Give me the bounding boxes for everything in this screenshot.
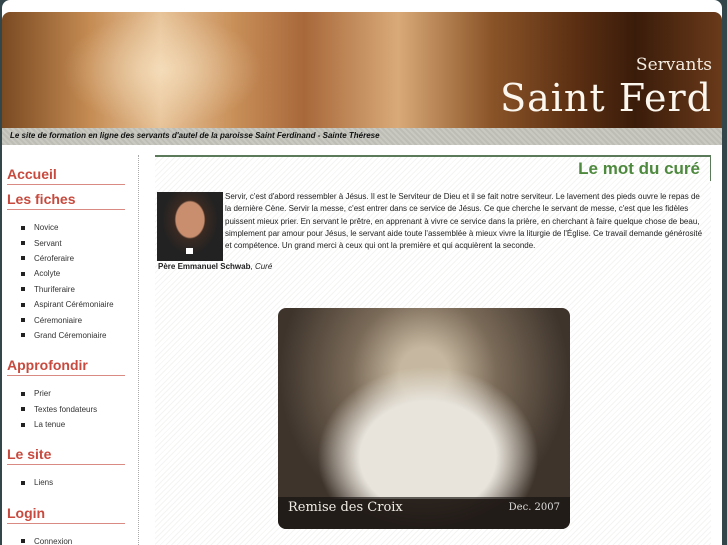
login-list: Connexion [7,524,125,545]
priest-portrait [157,192,223,261]
header-banner: Servants Saint Ferd [2,12,722,128]
photo-date: Dec. 2007 [508,502,560,513]
signature-role: Curé [254,262,273,271]
sidebar-link[interactable]: Textes fondateurs [21,402,125,417]
bullet-icon [21,407,25,412]
sidebar-link-label: Servant [34,238,62,248]
bullet-icon [21,302,25,307]
sidebar-heading-fiches: Les fiches [7,185,125,210]
sidebar-heading-login: Login [7,499,125,524]
bullet-icon [21,241,25,246]
sidebar-link[interactable]: Connexion [21,534,125,545]
sidebar-link[interactable]: Liens [21,475,125,490]
brand-title[interactable]: Saint Ferd [500,76,712,120]
sidebar-link-label: Textes fondateurs [34,404,98,414]
sidebar-link[interactable]: Céremoniaire [21,312,125,327]
sidebar-link[interactable]: Novice [21,220,125,235]
sidebar-link-label: Grand Céremoniaire [34,330,107,340]
sidebar-link[interactable]: Céroferaire [21,251,125,266]
bullet-icon [21,480,25,485]
signature: Père Emmanuel Schwab, Curé [158,262,273,271]
sidebar-link[interactable]: Servant [21,235,125,250]
cure-message: Servir, c'est d'abord ressembler à Jésus… [225,192,703,251]
page: Servants Saint Ferd Le site de formation… [2,0,722,545]
signature-name: Père Emmanuel Schwab [158,262,251,271]
bullet-icon [21,422,25,427]
sidebar-link-label: Liens [34,478,54,488]
bullet-icon [21,318,25,323]
page-title: Le mot du curé [578,159,700,178]
sidebar-link-label: Céroferaire [34,253,75,263]
sidebar-link-label: Céremoniaire [34,315,83,325]
sidebar-link[interactable]: Acolyte [21,266,125,281]
sidebar-link-label: La tenue [34,420,66,430]
photo-crowd [308,359,548,499]
bullet-icon [21,333,25,338]
sidebar-link-label: Aspirant Cérémoniaire [34,300,114,310]
bullet-icon [21,256,25,261]
sidebar-link[interactable]: Aspirant Cérémoniaire [21,297,125,312]
bullet-icon [21,287,25,292]
group-photo: Remise des Croix Dec. 2007 [278,308,570,529]
site-list: Liens [7,465,125,498]
sidebar-link-label: Novice [34,223,59,233]
sidebar-link[interactable]: Thuriferaire [21,282,125,297]
sidebar-link[interactable]: La tenue [21,417,125,432]
sidebar-link-label: Connexion [34,536,73,545]
title-box: Le mot du curé [155,155,711,181]
sidebar-link-label: Prier [34,389,51,399]
main-content: Le mot du curé Servir, c'est d'abord res… [155,155,711,545]
sidebar-divider [138,155,139,545]
approfondir-list: Prier Textes fondateurs La tenue [7,376,125,440]
sidebar-link-label: Acolyte [34,269,61,279]
collar [186,248,193,254]
sidebar-link-label: Thuriferaire [34,284,75,294]
bullet-icon [21,391,25,396]
bullet-icon [21,271,25,276]
sidebar-link[interactable]: Grand Céremoniaire [21,328,125,343]
photo-caption: Remise des Croix [288,500,403,515]
sidebar: Accueil Les fiches Novice Servant Cérofera… [7,160,125,545]
tagline: Le site de formation en ligne des servan… [2,128,722,145]
sidebar-link[interactable]: Prier [21,386,125,401]
sidebar-accueil[interactable]: Accueil [7,160,125,185]
sidebar-heading-approfondir: Approfondir [7,351,125,377]
fiches-list: Novice Servant Céroferaire Acolyte Thurifera… [7,210,125,351]
sidebar-heading-site: Le site [7,440,125,466]
bullet-icon [21,225,25,230]
banner-image [62,12,262,128]
brand-subtitle: Servants [635,55,712,75]
bullet-icon [21,539,25,544]
